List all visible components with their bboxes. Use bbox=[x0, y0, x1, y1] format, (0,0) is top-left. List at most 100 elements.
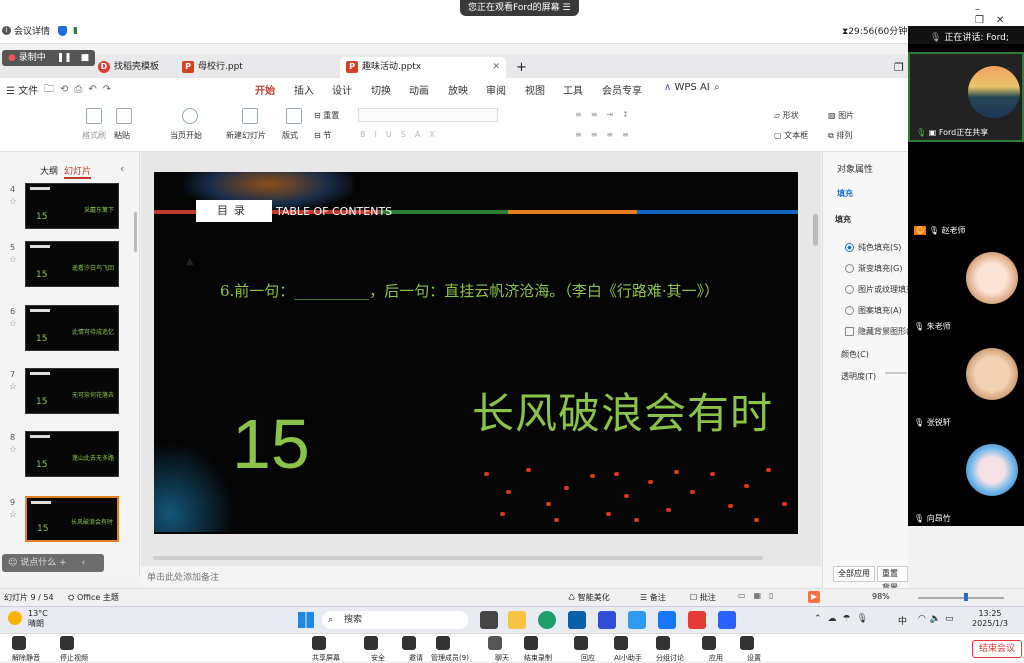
star-icon[interactable]: ☆ bbox=[9, 197, 17, 207]
clock[interactable]: 13:25 2025/1/3 bbox=[972, 609, 1008, 629]
end-meeting-button[interactable]: 结束会议 bbox=[972, 640, 1022, 658]
notes-field[interactable]: 单击此处添加备注 bbox=[141, 566, 821, 586]
radio-gradient-fill[interactable]: 渐变填充(G) bbox=[845, 263, 902, 274]
layout-icon[interactable] bbox=[286, 108, 302, 124]
props-title[interactable]: 对象属性 bbox=[837, 162, 873, 175]
star-icon[interactable]: ☆ bbox=[9, 382, 17, 392]
close-icon[interactable]: ✕ bbox=[492, 57, 500, 78]
hide-bg-checkbox[interactable]: 隐藏背景图形(H) bbox=[845, 326, 909, 337]
window-layout-icon[interactable]: ❐ bbox=[888, 57, 910, 78]
reset-button[interactable]: ⊟ 重置 bbox=[314, 110, 339, 121]
slide-thumbnail[interactable]: 15 采蘑东篱下 bbox=[25, 183, 119, 229]
menu-insert[interactable]: 插入 bbox=[294, 82, 314, 97]
play-slideshow-icon[interactable]: ▶ bbox=[808, 591, 820, 603]
notes-button[interactable]: ☰ 备注 bbox=[640, 592, 666, 603]
meeting-details[interactable]: i 会议详情 ▮ bbox=[2, 24, 78, 37]
fill-section-title[interactable]: 填充 bbox=[835, 214, 851, 225]
tab-outline[interactable]: 大纲 bbox=[40, 164, 58, 177]
slide-thumbnail[interactable]: 15 无可奈何花落去 bbox=[25, 368, 119, 414]
canvas-hscrollbar[interactable] bbox=[153, 556, 763, 560]
tab-muxiaoxing[interactable]: P 母校行.ppt bbox=[176, 57, 249, 78]
zoom-slider[interactable] bbox=[918, 597, 1004, 599]
toolbar-members-button[interactable]: 管理成员(9) bbox=[428, 633, 472, 662]
play-icon[interactable] bbox=[182, 108, 198, 124]
panel-scrollbar[interactable] bbox=[134, 212, 137, 252]
toolbar-ai-button[interactable]: AI小助手 bbox=[606, 633, 650, 662]
weather-widget[interactable]: 13°C 晴朗 bbox=[28, 609, 48, 629]
star-icon[interactable]: ☆ bbox=[9, 319, 17, 329]
window-controls[interactable]: –❐✕ bbox=[975, 4, 1024, 26]
format-painter-icon[interactable] bbox=[86, 108, 102, 124]
arrange-button[interactable]: ⧉ 排列 bbox=[828, 130, 852, 141]
tab-quweihuodong[interactable]: P 趣味活动.pptx ✕ bbox=[340, 57, 506, 78]
windows-start-icon[interactable] bbox=[298, 612, 314, 628]
font-style-buttons[interactable]: BIUSAX bbox=[360, 130, 444, 139]
play-from-current-button[interactable]: 当页开始 bbox=[170, 130, 202, 141]
tab-fill[interactable]: 填充 bbox=[837, 188, 853, 199]
participant-tile[interactable]: ☺ 🎙 赵老师 bbox=[908, 144, 1024, 238]
align-buttons[interactable]: ≡≡≡≡ bbox=[575, 130, 638, 139]
app-blue-icon[interactable] bbox=[658, 611, 676, 629]
shape-button[interactable]: ▱ 形状 bbox=[774, 110, 799, 121]
toolbar-share-screen-button[interactable]: 共享屏幕 bbox=[304, 633, 348, 662]
menu-view[interactable]: 视图 bbox=[525, 82, 545, 97]
picture-button[interactable]: ▨ 图片 bbox=[828, 110, 854, 121]
toolbar-record-button[interactable]: 结束录制 bbox=[516, 633, 560, 662]
ime-indicator[interactable]: 中 bbox=[898, 614, 907, 627]
paragraph-buttons[interactable]: ≡≡⇥↕ bbox=[575, 110, 638, 119]
add-icon[interactable]: + bbox=[59, 558, 67, 568]
zoom-level[interactable]: 98% bbox=[872, 592, 890, 601]
share-banner[interactable]: 您正在观看Ford的屏幕 ☰ bbox=[460, 0, 579, 16]
slide-thumbnail[interactable]: 15 长风破浪会有时 bbox=[25, 496, 119, 542]
new-slide-button[interactable]: 新建幻灯片 bbox=[226, 130, 266, 141]
apply-all-button[interactable]: 全部应用 bbox=[833, 566, 875, 582]
slide-thumbnail[interactable]: 15 蓬山此去无多路 bbox=[25, 431, 119, 477]
participant-tile[interactable]: 🎙 朱老师 bbox=[908, 240, 1024, 334]
system-tray[interactable]: ⌃☁☂🎙 bbox=[814, 614, 874, 624]
toolbar-camera-button[interactable]: 停止视频 bbox=[52, 633, 96, 662]
canvas-scrollbar[interactable] bbox=[813, 214, 818, 246]
textbox-button[interactable]: ▢ 文本框 bbox=[774, 130, 808, 141]
tab-slides[interactable]: 幻灯片 bbox=[64, 164, 92, 179]
menu-slideshow[interactable]: 放映 bbox=[448, 82, 468, 97]
radio-pattern-fill[interactable]: 图案填充(A) bbox=[845, 305, 902, 316]
minimize-icon[interactable]: – bbox=[975, 4, 992, 15]
menu-review[interactable]: 审阅 bbox=[486, 82, 506, 97]
menu-member[interactable]: 会员专享 bbox=[602, 82, 642, 97]
wps-icon[interactable] bbox=[688, 611, 706, 629]
smart-beautify-button[interactable]: ♺ 智能美化 bbox=[568, 592, 610, 603]
edge-icon[interactable] bbox=[538, 611, 556, 629]
menu-animation[interactable]: 动画 bbox=[409, 82, 429, 97]
transparency-slider[interactable] bbox=[885, 372, 907, 374]
star-icon[interactable]: ☆ bbox=[9, 510, 17, 520]
format-painter-button[interactable]: 格式刷 bbox=[82, 130, 106, 141]
chevron-left-icon[interactable]: ‹ bbox=[82, 558, 86, 568]
slide-thumbnail[interactable]: 15 此情可待成追忆 bbox=[25, 305, 119, 351]
paste-button[interactable]: 粘贴 bbox=[114, 130, 130, 141]
theme-indicator[interactable]: ⛭ Office 主题 bbox=[68, 592, 119, 603]
paste-icon[interactable] bbox=[116, 108, 132, 124]
menu-wps-ai[interactable]: ∧ WPS AI bbox=[664, 82, 710, 93]
section-button[interactable]: ⊟ 节 bbox=[314, 130, 331, 141]
menu-transition[interactable]: 切换 bbox=[371, 82, 391, 97]
stop-icon[interactable]: ■ bbox=[81, 53, 90, 63]
slide-thumbnail[interactable]: 15 遥看汐白鸟飞回 bbox=[25, 241, 119, 287]
search-icon[interactable]: ⌕ bbox=[714, 82, 720, 93]
current-slide[interactable]: 目录 TABLE OF CONTENTS 6.前一句：__________，后一… bbox=[154, 172, 798, 534]
layout-button[interactable]: 版式 bbox=[282, 130, 298, 141]
star-icon[interactable]: ☆ bbox=[9, 445, 17, 455]
taskview-icon[interactable] bbox=[480, 611, 498, 629]
comment-input[interactable]: ☺ 说点什么 + ‹ bbox=[2, 554, 104, 572]
file-menu[interactable]: ☰ 文件 bbox=[6, 82, 38, 97]
new-tab-button[interactable]: + bbox=[510, 57, 533, 78]
app-icon-2[interactable] bbox=[718, 611, 736, 629]
store-icon[interactable] bbox=[568, 611, 586, 629]
comments-button[interactable]: ☐ 批注 bbox=[690, 592, 716, 603]
tab-template[interactable]: D 找稻壳模板 bbox=[92, 57, 165, 78]
toolbar-group-button[interactable]: 分组讨论 bbox=[648, 633, 692, 662]
taskbar-search[interactable]: ⌕ 搜索 bbox=[322, 611, 468, 629]
zoom-thumb[interactable] bbox=[964, 593, 968, 601]
tencent-meeting-icon[interactable] bbox=[628, 611, 646, 629]
close-icon[interactable]: ✕ bbox=[996, 15, 1016, 26]
app-icon[interactable] bbox=[598, 611, 616, 629]
